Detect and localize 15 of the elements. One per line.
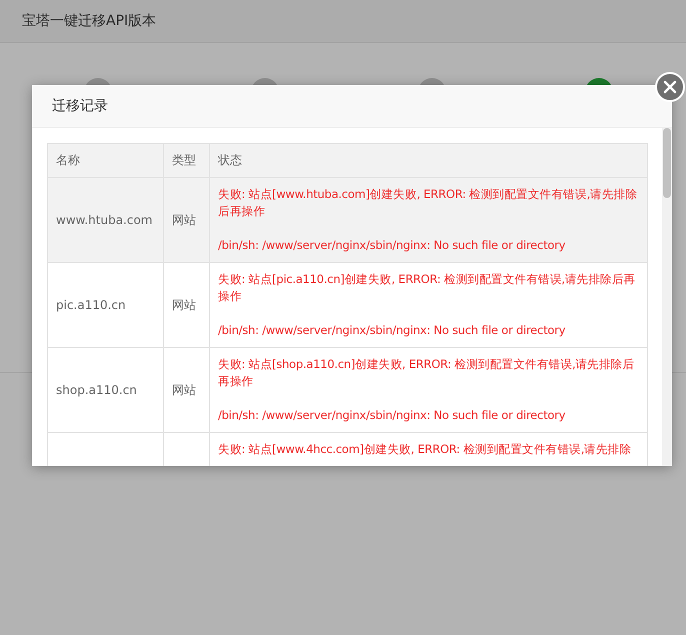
error-message: 失败: 站点[pic.a110.cn]创建失败, ERROR: 检测到配置文件有错误,请先排除后再操作: [218, 271, 636, 305]
column-header: 类型: [164, 144, 210, 178]
scrollbar[interactable]: [662, 128, 672, 466]
dialog-title: 迁移记录: [52, 97, 108, 115]
close-button[interactable]: [655, 72, 685, 102]
column-header: 状态: [210, 144, 648, 178]
page-title: 宝塔一键迁移API版本: [22, 12, 156, 30]
error-detail: /bin/sh: /www/server/nginx/sbin/nginx: No such file or directory: [218, 237, 566, 254]
error-message: 失败: 站点[www.htuba.com]创建失败, ERROR: 检测到配置文件有错误,请先排除后再操作: [218, 186, 638, 220]
error-detail: /bin/sh: /www/server/nginx/sbin/nginx: No such file or directory: [218, 322, 566, 339]
column-header: 名称: [48, 144, 164, 178]
close-icon: [663, 80, 677, 94]
error-detail: /bin/sh: /www/server/nginx/sbin/nginx: No such file or directory: [218, 407, 566, 424]
error-message: 失败: 站点[shop.a110.cn]创建失败, ERROR: 检测到配置文件有错误,请先排除后再操作: [218, 356, 636, 390]
error-message: 失败: 站点[www.4hcc.com]创建失败, ERROR: 检测到配置文件有错误,请先排除: [218, 441, 632, 458]
